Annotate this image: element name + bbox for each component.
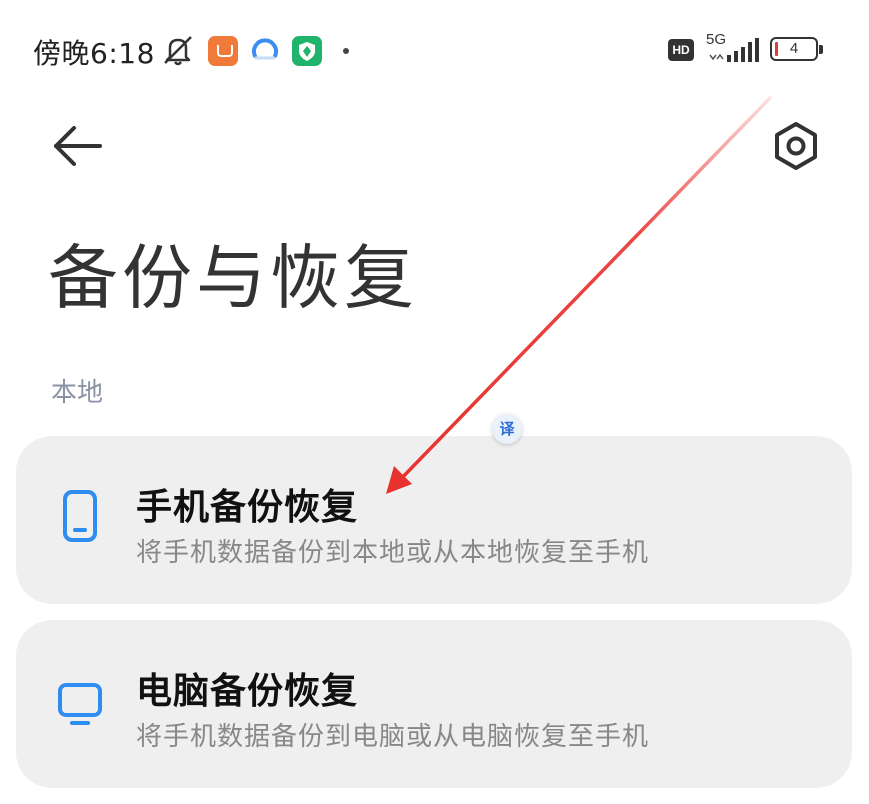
app-notification-orange-icon bbox=[208, 36, 238, 66]
computer-backup-restore-item[interactable]: 电脑备份恢复 将手机数据备份到电脑或从电脑恢复至手机 bbox=[16, 620, 852, 788]
battery-level-text: 4 bbox=[789, 40, 799, 57]
phone-icon bbox=[60, 488, 100, 544]
notification-dot bbox=[343, 48, 349, 54]
backup-restore-screen: 傍晚6:18 HD 5G 4 备份与恢复 本地 手机备份恢复 将手机数据备份到本… bbox=[0, 0, 869, 804]
battery-cap bbox=[819, 45, 823, 54]
page-title: 备份与恢复 bbox=[48, 237, 418, 319]
back-button[interactable] bbox=[50, 122, 106, 170]
card-title: 手机备份恢复 bbox=[136, 487, 359, 528]
signal-strength-icon bbox=[708, 37, 762, 67]
bell-muted-icon bbox=[160, 33, 196, 71]
hexagon-gear-icon bbox=[768, 122, 824, 178]
battery-icon: 4 bbox=[770, 37, 823, 61]
hd-icon: HD bbox=[668, 39, 694, 61]
settings-button[interactable] bbox=[768, 118, 824, 174]
phone-backup-restore-item[interactable]: 手机备份恢复 将手机数据备份到本地或从本地恢复至手机 bbox=[16, 436, 852, 604]
section-label-local: 本地 bbox=[51, 378, 104, 408]
app-notification-arc-icon bbox=[250, 36, 280, 66]
status-time: 傍晚6:18 bbox=[33, 37, 155, 70]
card-subtitle: 将手机数据备份到电脑或从电脑恢复至手机 bbox=[136, 722, 650, 752]
app-notification-shield-icon bbox=[292, 36, 322, 66]
status-bar: 傍晚6:18 HD 5G 4 bbox=[0, 0, 869, 100]
arrow-left-icon bbox=[50, 126, 106, 174]
card-subtitle: 将手机数据备份到本地或从本地恢复至手机 bbox=[136, 538, 650, 568]
card-title: 电脑备份恢复 bbox=[136, 671, 359, 712]
translate-button[interactable]: 译 bbox=[492, 414, 522, 444]
monitor-icon bbox=[56, 680, 104, 728]
